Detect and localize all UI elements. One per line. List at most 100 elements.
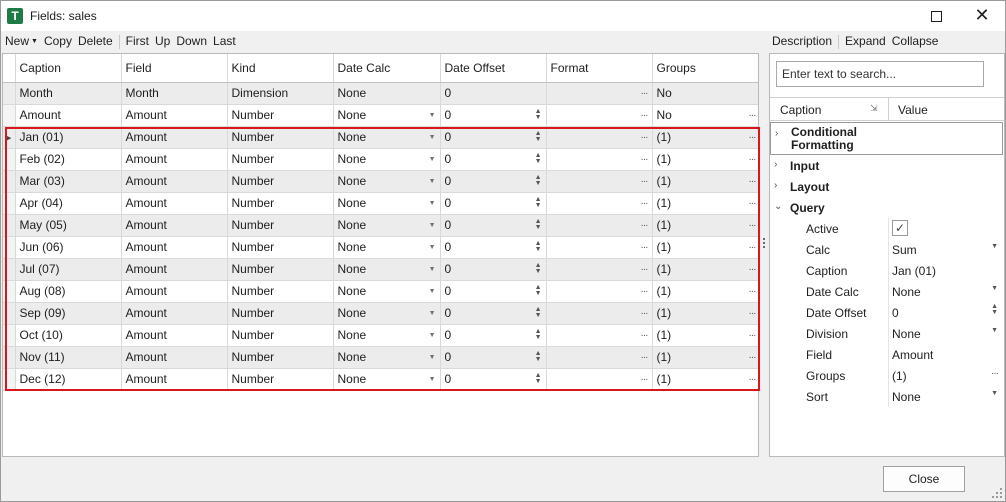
ellipsis-button-icon[interactable]: ··· [641,110,649,121]
cell-date-offset[interactable]: 0 ▲ ▼ [440,258,547,281]
cell-field[interactable]: Amount [121,258,228,281]
row-indicator[interactable] [3,280,16,303]
cell-format[interactable]: ··· [546,126,653,149]
spin-buttons-icon[interactable]: ▲ ▼ [535,218,542,231]
cell-format[interactable]: ··· [546,192,653,215]
dropdown-arrow-icon[interactable]: ▼ [429,288,436,295]
cell-format[interactable]: ··· [546,104,653,127]
ellipsis-button-icon[interactable]: ··· [641,132,649,143]
cell-groups[interactable]: (1) ··· [652,258,758,281]
table-row[interactable]: Nov (11) Amount Number None ▼ 0 ▲ ▼ ··· (1) ··· [3,346,758,369]
dropdown-arrow-icon[interactable]: ▼ [991,327,998,334]
table-row[interactable]: Aug (08) Amount Number None ▼ 0 ▲ ▼ ··· (1) ··· [3,280,758,303]
column-header-format[interactable]: Format [546,54,653,83]
cell-date-calc[interactable]: None ▼ [333,214,441,237]
dropdown-arrow-icon[interactable]: ▼ [991,390,998,397]
cell-field[interactable]: Month [121,82,228,105]
cell-date-offset[interactable]: 0 ▲ ▼ [440,302,547,325]
row-indicator[interactable] [3,324,16,347]
down-button[interactable]: Down [173,31,210,52]
cell-caption[interactable]: Sep (09) [15,302,122,325]
cell-format[interactable]: ··· [546,170,653,193]
cell-caption[interactable]: Mar (03) [15,170,122,193]
cell-date-calc[interactable]: None ▼ [333,280,441,303]
cell-date-offset[interactable]: 0 ▲ ▼ [440,126,547,149]
property-value[interactable]: None [892,285,921,299]
column-header-date-calc[interactable]: Date Calc [333,54,441,83]
cell-format[interactable]: ··· [546,214,653,237]
dropdown-arrow-icon[interactable]: ▼ [429,222,436,229]
row-indicator[interactable]: ▶ [3,126,16,149]
table-row[interactable]: Jul (07) Amount Number None ▼ 0 ▲ ▼ ··· (1) ··· [3,258,758,281]
cell-date-calc[interactable]: None ▼ [333,258,441,281]
cell-format[interactable]: ··· [546,280,653,303]
fields-grid[interactable]: Caption Field Kind Date Calc Date Offset… [2,53,759,457]
dropdown-arrow-icon[interactable]: ▼ [429,112,436,119]
table-row[interactable]: Mar (03) Amount Number None ▼ 0 ▲ ▼ ··· (1) ··· [3,170,758,193]
property-row[interactable]: Date Calc None ▼ [770,281,1004,302]
property-value[interactable]: 0 [892,306,899,320]
cell-groups[interactable]: No ··· [652,104,758,127]
cell-format[interactable]: ··· [546,236,653,259]
chevron-right-icon[interactable]: › [774,159,777,170]
first-button[interactable]: First [123,31,152,52]
cell-date-offset[interactable]: 0 ▲ ▼ [440,170,547,193]
table-row[interactable]: Apr (04) Amount Number None ▼ 0 ▲ ▼ ··· (1) ··· [3,192,758,215]
ellipsis-button-icon[interactable]: ··· [641,88,649,99]
ellipsis-button-icon[interactable]: ··· [641,198,649,209]
property-search-input[interactable] [776,61,984,87]
description-button[interactable]: Description [769,31,835,52]
cell-kind[interactable]: Number [227,346,334,369]
table-row[interactable]: Sep (09) Amount Number None ▼ 0 ▲ ▼ ··· (1) ··· [3,302,758,325]
property-row[interactable]: Date Offset 0 ▲ ▼ [770,302,1004,323]
cell-kind[interactable]: Number [227,192,334,215]
row-indicator[interactable] [3,214,16,237]
cell-groups[interactable]: (1) ··· [652,148,758,171]
cell-groups[interactable]: (1) ··· [652,324,758,347]
ellipsis-button-icon[interactable]: ··· [749,374,757,385]
collapse-button[interactable]: Collapse [889,31,942,52]
ellipsis-button-icon[interactable]: ··· [641,264,649,275]
cell-date-offset[interactable]: 0 ▲ ▼ [440,324,547,347]
category-conditional-formatting[interactable]: › Conditional Formatting [770,122,1003,155]
ellipsis-button-icon[interactable]: ··· [991,368,999,379]
ellipsis-button-icon[interactable]: ··· [641,220,649,231]
chevron-right-icon[interactable]: › [775,127,778,140]
table-row[interactable]: Oct (10) Amount Number None ▼ 0 ▲ ▼ ··· (1) ··· [3,324,758,347]
ellipsis-button-icon[interactable]: ··· [749,154,757,165]
copy-button[interactable]: Copy [41,31,75,52]
cell-date-calc[interactable]: None ▼ [333,148,441,171]
cell-kind[interactable]: Number [227,126,334,149]
property-row[interactable]: Groups (1) ··· [770,365,1004,386]
cell-kind[interactable]: Number [227,368,334,391]
ellipsis-button-icon[interactable]: ··· [749,132,757,143]
column-header-date-offset[interactable]: Date Offset [440,54,547,83]
cell-field[interactable]: Amount [121,368,228,391]
table-row[interactable]: Month Month Dimension None 0 ··· No [3,82,758,105]
cell-format[interactable]: ··· [546,82,653,105]
cell-groups[interactable]: (1) ··· [652,214,758,237]
cell-date-offset[interactable]: 0 ▲ ▼ [440,280,547,303]
row-indicator[interactable] [3,148,16,171]
row-indicator[interactable] [3,302,16,325]
dropdown-arrow-icon[interactable]: ▼ [429,134,436,141]
cell-kind[interactable]: Dimension [227,82,334,105]
resize-grip-icon[interactable] [991,487,1003,499]
cell-date-offset[interactable]: 0 ▲ ▼ [440,104,547,127]
property-row[interactable]: Calc Sum ▼ [770,239,1004,260]
cell-caption[interactable]: Dec (12) [15,368,122,391]
property-row[interactable]: Active ✓ [770,218,1004,239]
spin-buttons-icon[interactable]: ▲ ▼ [535,196,542,209]
cell-caption[interactable]: Jul (07) [15,258,122,281]
ellipsis-button-icon[interactable]: ··· [641,176,649,187]
cell-groups[interactable]: No [652,82,758,105]
ellipsis-button-icon[interactable]: ··· [749,352,757,363]
property-row[interactable]: Sort None ▼ [770,386,1004,407]
cell-date-calc[interactable]: None ▼ [333,170,441,193]
dropdown-arrow-icon[interactable]: ▼ [991,285,998,292]
dropdown-arrow-icon[interactable]: ▼ [429,354,436,361]
cell-date-offset[interactable]: 0 ▲ ▼ [440,148,547,171]
cell-date-offset[interactable]: 0 ▲ ▼ [440,236,547,259]
ellipsis-button-icon[interactable]: ··· [749,330,757,341]
sort-icon[interactable]: ⇲ [870,103,878,114]
